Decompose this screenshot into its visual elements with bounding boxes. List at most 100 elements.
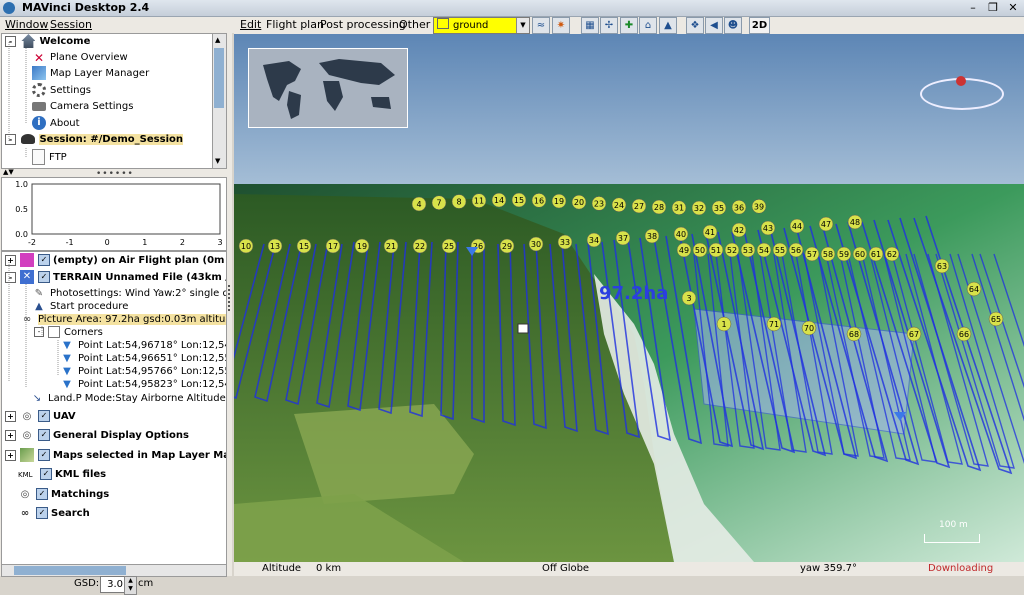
close-icon[interactable]: ✕: [1006, 1, 1020, 14]
altitude-label: Altitude: [262, 563, 302, 574]
world-map-svg: [263, 59, 395, 119]
user-icon[interactable]: ☻: [724, 17, 742, 34]
add-icon[interactable]: ✚: [620, 17, 638, 34]
tree-item-label: Point Lat:54,96718° Lon:12,54458°: [78, 340, 226, 351]
waypoint-label: 15: [514, 196, 524, 205]
collapse-icon[interactable]: +: [5, 410, 16, 422]
tree-item-label: Point Lat:54,95766° Lon:12,55630°: [78, 366, 226, 377]
tree-item-kml[interactable]: KML ✓ KML files: [5, 467, 106, 483]
scroll-down-icon[interactable]: ▼: [215, 157, 220, 165]
collapse-icon[interactable]: -: [5, 35, 16, 47]
waypoint-label: 19: [554, 197, 564, 206]
collapse-icon[interactable]: -: [5, 271, 16, 283]
scroll-thumb[interactable]: [214, 48, 224, 108]
scale-label: 100 m: [939, 520, 968, 530]
waypoint-label: 7: [436, 199, 441, 208]
world-minimap[interactable]: [248, 48, 408, 128]
waypoint-label: 15: [299, 242, 309, 251]
tree-item-maps[interactable]: + ✓Maps selected in Map Layer Manager: [5, 448, 226, 464]
checkbox[interactable]: ✓: [38, 449, 50, 461]
waypoint-label: 64: [969, 285, 979, 294]
left-panel: - Welcome ✕ Plane Overview Map Layer Mana…: [0, 33, 232, 595]
waypoint-label: 4: [416, 200, 421, 209]
tree-item-settings[interactable]: Settings: [32, 83, 91, 99]
menu-edit[interactable]: Edit: [240, 18, 261, 31]
kml-icon: KML: [18, 471, 33, 479]
document-icon: [32, 149, 45, 165]
tree-item-map-layer-manager[interactable]: Map Layer Manager: [32, 66, 149, 82]
gsd-stepper[interactable]: ▲ ▼: [124, 576, 137, 595]
checkbox[interactable]: ✓: [38, 271, 50, 283]
home-icon[interactable]: ⌂: [639, 17, 657, 34]
tree-item-about[interactable]: i About: [32, 116, 80, 132]
tree-item-search[interactable]: ∞ ✓ Search: [5, 506, 90, 522]
takeoff-icon: ▲: [35, 301, 43, 312]
checkbox[interactable]: ✓: [38, 254, 50, 266]
collapse-icon[interactable]: -: [5, 133, 16, 145]
chevron-down-icon[interactable]: ▼: [516, 18, 529, 33]
menu-session[interactable]: Session: [50, 18, 92, 31]
back-icon[interactable]: ◀: [705, 17, 723, 34]
checkbox[interactable]: ✓: [36, 488, 48, 500]
signal-icon: ◎: [22, 411, 32, 422]
scroll-up-icon[interactable]: ▲: [215, 36, 220, 44]
collapse-icon[interactable]: -: [34, 327, 44, 337]
sun-icon[interactable]: ✷: [552, 17, 570, 34]
takeoff-icon[interactable]: ▲: [659, 17, 677, 34]
tree-scrollbar[interactable]: ▲ ▼: [212, 33, 227, 169]
menu-window[interactable]: Window: [5, 18, 48, 31]
edit-points-icon[interactable]: ▦: [581, 17, 599, 34]
tree-item-landing[interactable]: ↘ Land.P Mode:Stay Airborne Altitude:100m: [30, 391, 226, 407]
waypoint-label: 13: [270, 242, 280, 251]
compass[interactable]: [920, 76, 1004, 110]
layer-select[interactable]: ground ▼: [433, 17, 530, 34]
menu-post-processing[interactable]: Post processing: [320, 18, 406, 31]
wrench-icon: ✎: [34, 288, 44, 299]
tree-item-label: TERRAIN Unnamed File (43km / 46:55: [53, 272, 226, 283]
gsd-input[interactable]: 3.0: [100, 576, 126, 593]
collapse-icon[interactable]: +: [5, 449, 16, 461]
checkbox[interactable]: ✓: [38, 429, 50, 441]
tree-item-terrain[interactable]: -✕ ✓TERRAIN Unnamed File (43km / 46:55: [5, 270, 226, 286]
checkbox[interactable]: ✓: [38, 410, 50, 422]
maximize-icon[interactable]: ❐: [986, 1, 1000, 14]
binoculars-icon: ∞: [22, 314, 32, 325]
hscroll-thumb[interactable]: [14, 566, 126, 575]
tree-item-camera-settings[interactable]: Camera Settings: [32, 99, 133, 115]
center-icon[interactable]: ❖: [686, 17, 704, 34]
collapse-icon[interactable]: +: [5, 254, 16, 266]
tree-item-ftp[interactable]: FTP: [32, 149, 67, 165]
tree-item-label: Point Lat:54,96651° Lon:12,55993°: [78, 353, 226, 364]
collapse-icon[interactable]: +: [5, 429, 16, 441]
tree-item-session[interactable]: - Session: #/Demo_Session: [2, 132, 183, 148]
tree-item-matchings[interactable]: ◎ ✓ Matchings: [5, 487, 109, 503]
tree-item-label: Welcome: [39, 36, 91, 47]
waypoint-label: 42: [734, 226, 744, 235]
tree-item-plane-overview[interactable]: ✕ Plane Overview: [32, 50, 128, 66]
waypoint-label: 40: [676, 230, 686, 239]
point-marker-icon: ▼: [63, 340, 71, 351]
layer-tree: +✓(empty) on Air Flight plan (0m / 0:00 …: [1, 251, 227, 565]
wifi-icon[interactable]: ≈: [532, 17, 550, 34]
menu-other[interactable]: Other: [399, 18, 430, 31]
split-arrows-icon[interactable]: ▲▼: [3, 168, 14, 176]
move-points-icon[interactable]: ✢: [600, 17, 618, 34]
checkbox[interactable]: ✓: [36, 507, 48, 519]
menu-flight-plan[interactable]: Flight plan: [266, 18, 324, 31]
tree-item-welcome[interactable]: - Welcome: [2, 34, 90, 50]
window-controls: – ❐ ✕: [966, 1, 1020, 14]
tree-item-label: Start procedure: [50, 301, 129, 312]
tree-item-uav[interactable]: + ◎ ✓ UAV: [5, 409, 76, 425]
landing-icon: ↘: [32, 393, 42, 404]
panel-splitter[interactable]: [228, 285, 233, 311]
map-view[interactable]: 10 13 15 17 19 21 22 25 26 29 30 33 34 37 38 40 41 42 43 44…: [234, 34, 1024, 562]
minimize-icon[interactable]: –: [966, 1, 980, 14]
waypoint-label: 8: [456, 198, 461, 207]
waypoint-label: 29: [502, 242, 512, 251]
mode-2d-button[interactable]: 2D: [749, 17, 770, 34]
waypoint-label: 70: [804, 324, 814, 333]
home-icon: [21, 34, 36, 48]
checkbox[interactable]: ✓: [40, 468, 52, 480]
tree-item-flight-plan[interactable]: + ✓(empty) on Air Flight plan (0m / 0:00 …: [5, 253, 226, 269]
tree-item-general-display[interactable]: + ◎ ✓ General Display Options: [5, 428, 189, 444]
